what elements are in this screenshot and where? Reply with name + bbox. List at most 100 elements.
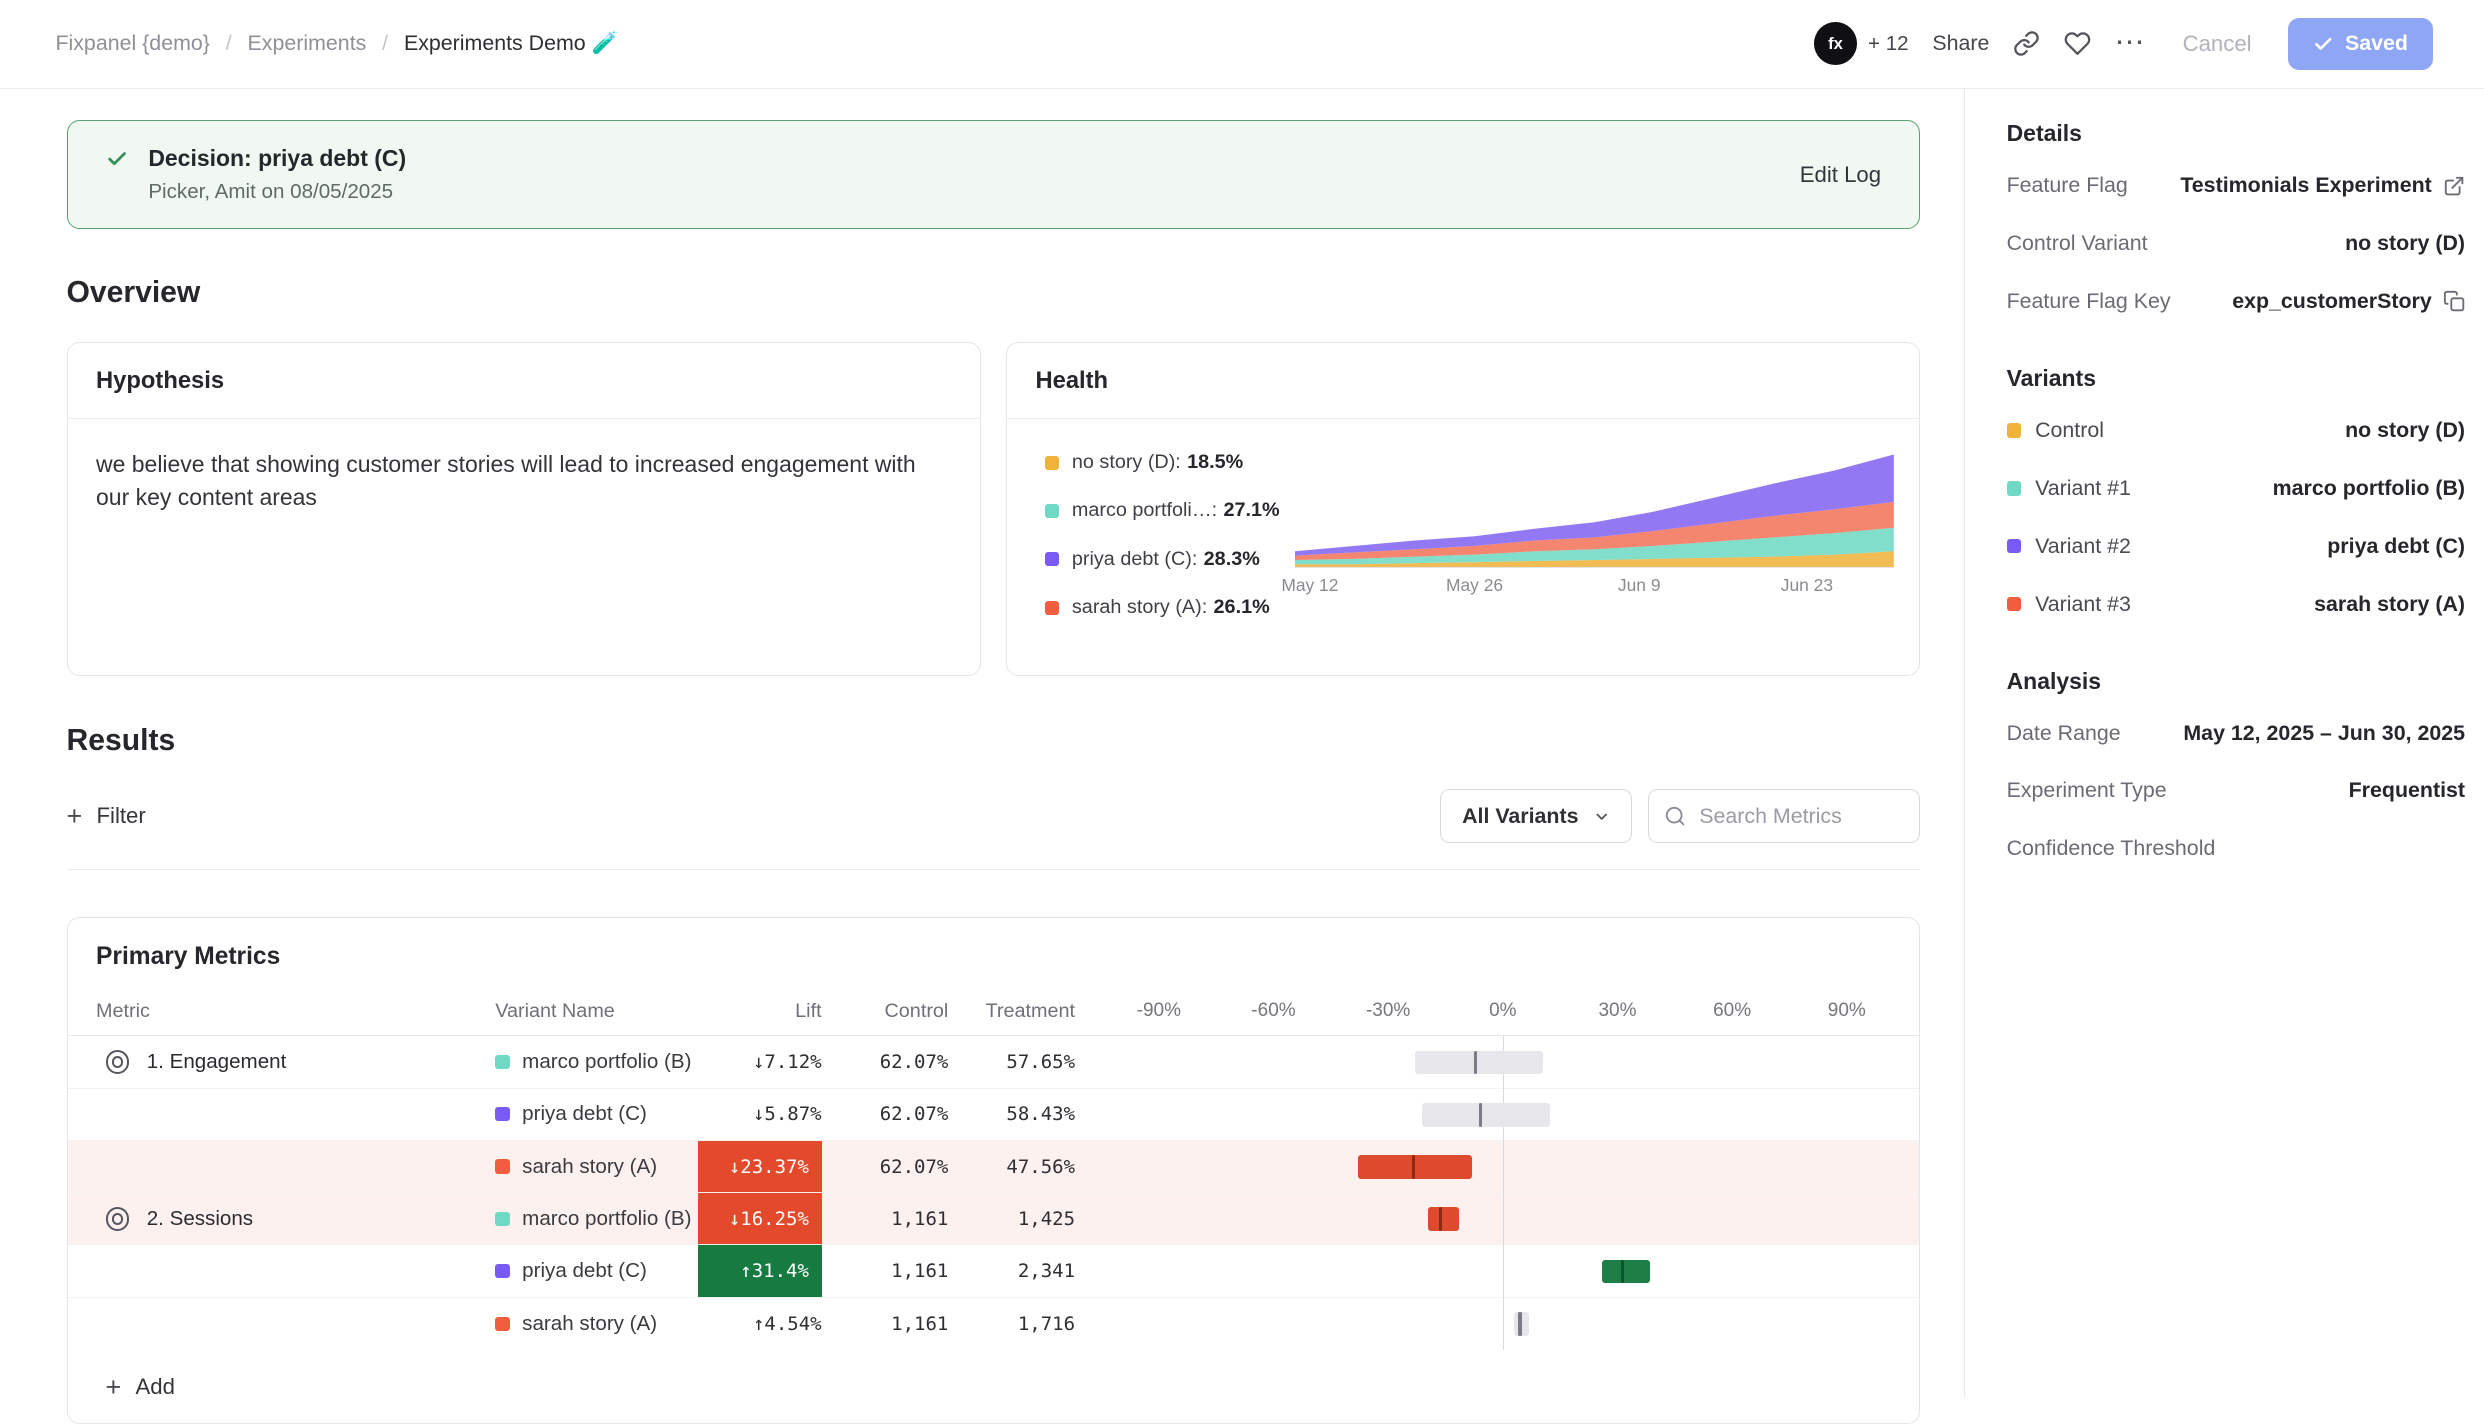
results-toolbar: + Filter All Variants xyxy=(67,789,1921,843)
collaborators-count[interactable]: + 12 xyxy=(1868,32,1909,56)
confidence-interval-bar xyxy=(1602,1260,1650,1284)
legend-value: 18.5% xyxy=(1187,451,1243,474)
external-link-icon[interactable] xyxy=(2443,175,2465,197)
edit-log-button[interactable]: Edit Log xyxy=(1800,162,1881,188)
breadcrumb-item-project[interactable]: Fixpanel {demo} xyxy=(55,31,209,56)
link-icon[interactable] xyxy=(2013,30,2040,57)
hypothesis-title: Hypothesis xyxy=(68,343,980,420)
analysis-label: Confidence Threshold xyxy=(2007,836,2216,861)
metric-row[interactable]: sarah story (A) ↑4.54% 1,161 1,716 xyxy=(68,1298,1920,1350)
overview-cards: Hypothesis we believe that showing custo… xyxy=(67,342,1921,676)
variant-color-swatch xyxy=(2007,481,2021,495)
lift-value: ↓7.12% xyxy=(698,1036,822,1087)
variants-dropdown[interactable]: All Variants xyxy=(1440,789,1631,843)
metric-row[interactable]: priya debt (C) ↑31.4% 1,161 2,341 xyxy=(68,1245,1920,1297)
variant-row-2: Variant #2 priya debt (C) xyxy=(2007,517,2465,575)
heart-icon[interactable] xyxy=(2064,30,2091,57)
metric-row[interactable]: 1. Engagement marco portfolio (B) ↓7.12%… xyxy=(68,1036,1920,1088)
lift-point-marker xyxy=(1621,1260,1624,1284)
avatar[interactable]: fx xyxy=(1814,22,1857,65)
copy-icon[interactable] xyxy=(2443,290,2465,312)
metric-row[interactable]: priya debt (C) ↓5.87% 62.07% 58.43% xyxy=(68,1089,1920,1141)
x-tick-label: Jun 9 xyxy=(1618,575,1661,596)
variant-cell: priya debt (C) xyxy=(495,1089,647,1140)
analysis-row-experiment-type: Experiment Type Frequentist xyxy=(2007,762,2465,820)
variant-name: priya debt (C) xyxy=(522,1259,647,1283)
decision-title: Decision: priya debt (C) xyxy=(148,145,406,172)
variant-color-swatch xyxy=(2007,539,2021,553)
search-metrics-input[interactable] xyxy=(1699,804,1903,829)
treatment-value: 58.43% xyxy=(955,1089,1075,1140)
cancel-button[interactable]: Cancel xyxy=(2170,21,2264,66)
details-heading: Details xyxy=(2007,120,2465,147)
health-body: no story (D): 18.5% marco portfoli…: 27.… xyxy=(1007,419,1919,669)
more-options-icon[interactable]: ⋯ xyxy=(2115,30,2147,57)
detail-row-feature-flag: Feature Flag Testimonials Experiment xyxy=(2007,157,2465,215)
health-chart-svg xyxy=(1295,445,1894,569)
variant-cell: sarah story (A) xyxy=(495,1141,657,1192)
metric-row[interactable]: sarah story (A) ↓23.37% 62.07% 47.56% xyxy=(68,1141,1920,1193)
analysis-row-confidence-threshold: Confidence Threshold xyxy=(2007,820,2465,878)
analysis-label: Experiment Type xyxy=(2007,778,2167,803)
lift-value: ↓16.25% xyxy=(698,1193,822,1244)
x-tick-label: May 26 xyxy=(1446,575,1503,596)
column-header-control: Control xyxy=(828,1000,948,1023)
saved-button[interactable]: Saved xyxy=(2288,18,2433,70)
results-divider xyxy=(67,869,1921,870)
legend-label: sarah story (A): xyxy=(1072,596,1207,619)
variant-name: sarah story (A) xyxy=(522,1312,657,1336)
legend-value: 28.3% xyxy=(1204,548,1260,571)
variant-color-swatch xyxy=(495,1055,509,1069)
decision-subtitle: Picker, Amit on 08/05/2025 xyxy=(148,180,406,204)
metric-row[interactable]: 2. Sessions marco portfolio (B) ↓16.25% … xyxy=(68,1193,1920,1245)
metric-name: 2. Sessions xyxy=(147,1207,253,1231)
detail-row-control-variant: Control Variant no story (D) xyxy=(2007,215,2465,273)
legend-item: no story (D): 18.5% xyxy=(1045,451,1280,474)
treatment-value: 2,341 xyxy=(955,1245,1075,1296)
treatment-value: 1,716 xyxy=(955,1298,1075,1350)
variants-dropdown-label: All Variants xyxy=(1462,804,1578,829)
axis-header: -90% -60% -30% 0% 30% 60% 90% xyxy=(1110,992,1918,1035)
axis-tick-label: 60% xyxy=(1713,1000,1751,1022)
confidence-interval-bar xyxy=(1422,1103,1550,1127)
detail-value: exp_customerStory xyxy=(2232,289,2432,314)
confidence-interval-area xyxy=(1110,1089,1918,1140)
add-filter-button[interactable]: + Filter xyxy=(67,803,146,830)
variant-color-swatch xyxy=(495,1212,509,1226)
hypothesis-body: we believe that showing customer stories… xyxy=(68,419,955,541)
search-metrics-box xyxy=(1648,789,1920,843)
confidence-interval-bar xyxy=(1415,1051,1543,1075)
detail-label: Feature Flag Key xyxy=(2007,289,2171,314)
toolbar-right: All Variants xyxy=(1440,789,1920,843)
health-card: Health no story (D): 18.5% marco portfol… xyxy=(1006,342,1920,676)
variant-color-swatch xyxy=(495,1264,509,1278)
breadcrumb-item-experiments[interactable]: Experiments xyxy=(248,31,367,56)
metrics-table: Metric Variant Name Lift Control Treatme… xyxy=(68,992,1920,1423)
control-value: 1,161 xyxy=(828,1298,948,1350)
metric-cell: 2. Sessions xyxy=(106,1193,254,1244)
analysis-row-date-range: Date Range May 12, 2025 – Jun 30, 2025 xyxy=(2007,704,2465,762)
share-button[interactable]: Share xyxy=(1932,31,1989,56)
confidence-interval-bar xyxy=(1514,1312,1529,1336)
variant-name: sarah story (A) xyxy=(522,1155,657,1179)
variant-name: marco portfolio (B) xyxy=(522,1207,691,1231)
app-root: Fixpanel {demo} / Experiments / Experime… xyxy=(0,0,2484,1397)
goal-icon xyxy=(106,1207,130,1231)
variant-color-swatch xyxy=(495,1159,509,1173)
lift-value: ↑31.4% xyxy=(698,1245,822,1296)
breadcrumb-separator: / xyxy=(226,31,232,56)
lift-value: ↓23.37% xyxy=(698,1141,822,1192)
breadcrumb-item-current: Experiments Demo 🧪 xyxy=(404,31,618,56)
legend-value: 27.1% xyxy=(1223,499,1279,522)
search-icon xyxy=(1664,805,1686,827)
variant-row-value: no story (D) xyxy=(2345,418,2465,443)
axis-tick-label: 0% xyxy=(1489,1000,1516,1022)
main-content: Decision: priya debt (C) Picker, Amit on… xyxy=(0,89,1964,1398)
lift-point-marker xyxy=(1518,1312,1521,1336)
add-metric-button[interactable]: + Add xyxy=(68,1350,1920,1423)
lift-point-marker xyxy=(1439,1207,1442,1231)
variants-heading: Variants xyxy=(2007,365,2465,392)
axis-tick-label: -60% xyxy=(1251,1000,1295,1022)
variant-cell: sarah story (A) xyxy=(495,1298,657,1350)
control-value: 1,161 xyxy=(828,1193,948,1244)
